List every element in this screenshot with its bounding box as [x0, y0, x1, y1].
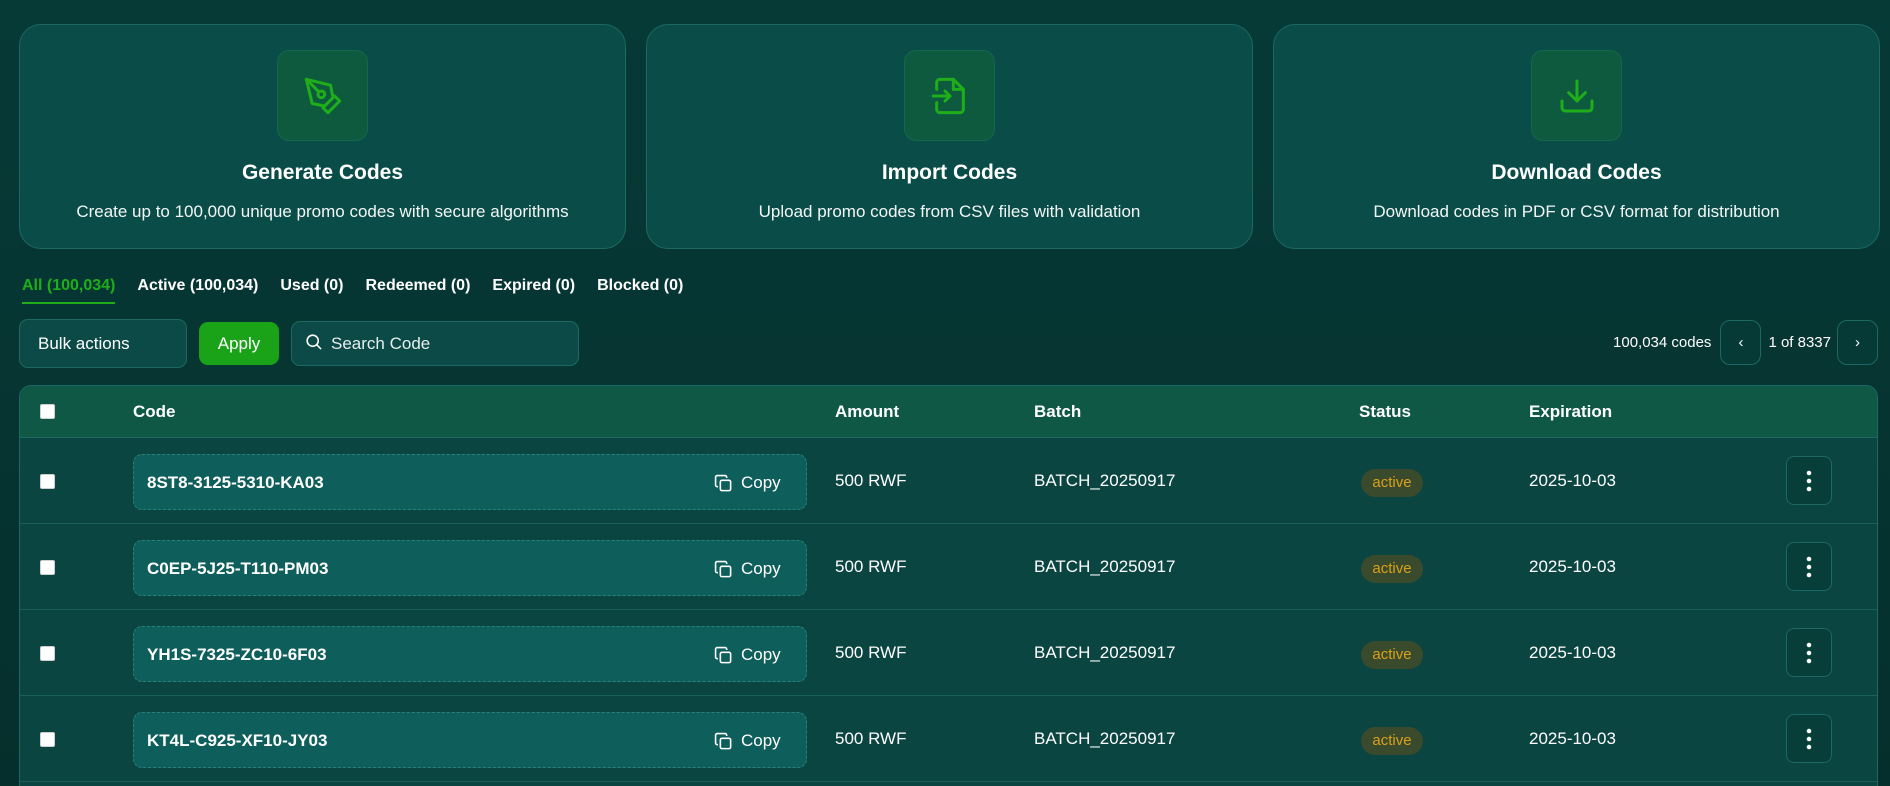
prev-page-button[interactable]: ‹	[1720, 320, 1762, 365]
more-vertical-icon	[1806, 728, 1812, 749]
code-box: KT4L-C925-XF10-JY03 Copy	[133, 712, 807, 768]
code-count: 100,034 codes	[1613, 334, 1712, 351]
card-title: Import Codes	[881, 161, 1018, 184]
batch-cell: BATCH_20250917	[1034, 643, 1176, 662]
row-actions-button[interactable]	[1786, 714, 1832, 763]
table-row: C0EP-5J25-T110-PM03 Copy 500 RWF BATCH_2…	[20, 524, 1877, 610]
more-vertical-icon	[1806, 642, 1812, 663]
promo-code: KT4L-C925-XF10-JY03	[147, 731, 328, 750]
tab-redeemed[interactable]: Redeemed (0)	[365, 277, 470, 304]
expiration-cell: 2025-10-03	[1529, 729, 1616, 748]
header-status: Status	[1359, 402, 1411, 421]
status-badge: active	[1361, 641, 1423, 669]
code-box: YH1S-7325-ZC10-6F03 Copy	[133, 626, 807, 682]
row-checkbox[interactable]	[40, 732, 55, 747]
amount-cell: 500 RWF	[835, 471, 907, 490]
download-codes-card[interactable]: Download Codes Download codes in PDF or …	[1273, 24, 1880, 249]
row-checkbox[interactable]	[40, 646, 55, 661]
status-badge: active	[1361, 555, 1423, 583]
toolbar: Bulk actions Apply 100,034 codes ‹ 1 of …	[19, 319, 1878, 368]
action-cards: Generate Codes Create up to 100,000 uniq…	[19, 24, 1880, 249]
row-checkbox[interactable]	[40, 474, 55, 489]
card-title: Download Codes	[1491, 161, 1662, 184]
expiration-cell: 2025-10-03	[1529, 471, 1616, 490]
tab-blocked[interactable]: Blocked (0)	[597, 277, 683, 304]
expiration-cell: 2025-10-03	[1529, 643, 1616, 662]
copy-label: Copy	[741, 473, 781, 492]
card-description: Upload promo codes from CSV files with v…	[758, 202, 1141, 221]
table-row: 8ST8-3125-5310-KA03 Copy 500 RWF BATCH_2…	[20, 438, 1877, 524]
copy-label: Copy	[741, 731, 781, 750]
table-row: KT4L-C925-XF10-JY03 Copy 500 RWF BATCH_2…	[20, 696, 1877, 782]
more-vertical-icon	[1806, 470, 1812, 491]
row-actions-button[interactable]	[1786, 628, 1832, 677]
codes-table: Code Amount Batch Status Expiration 8ST8…	[19, 385, 1878, 786]
page-indicator: 1 of 8337	[1768, 334, 1831, 351]
code-box: C0EP-5J25-T110-PM03 Copy	[133, 540, 807, 596]
tab-all[interactable]: All (100,034)	[22, 277, 116, 304]
row-actions-button[interactable]	[1786, 456, 1832, 505]
next-page-button[interactable]: ›	[1837, 320, 1878, 365]
copy-icon	[714, 732, 732, 749]
card-description: Create up to 100,000 unique promo codes …	[76, 202, 569, 221]
copy-label: Copy	[741, 559, 781, 578]
header-code: Code	[133, 402, 176, 421]
batch-cell: BATCH_20250917	[1034, 557, 1176, 576]
copy-button[interactable]: Copy	[714, 455, 781, 511]
copy-button[interactable]: Copy	[714, 713, 781, 769]
copy-label: Copy	[741, 645, 781, 664]
code-box: 8ST8-3125-5310-KA03 Copy	[133, 454, 807, 510]
generate-codes-card[interactable]: Generate Codes Create up to 100,000 uniq…	[19, 24, 626, 249]
bulk-actions-select[interactable]: Bulk actions	[19, 319, 187, 368]
promo-code: C0EP-5J25-T110-PM03	[147, 559, 329, 578]
amount-cell: 500 RWF	[835, 643, 907, 662]
amount-cell: 500 RWF	[835, 557, 907, 576]
status-badge: active	[1361, 727, 1423, 755]
card-title: Generate Codes	[241, 161, 404, 184]
copy-icon	[714, 474, 732, 491]
expiration-cell: 2025-10-03	[1529, 557, 1616, 576]
file-import-icon	[904, 50, 995, 141]
status-tabs: All (100,034) Active (100,034) Used (0) …	[22, 277, 683, 304]
copy-button[interactable]: Copy	[714, 541, 781, 597]
copy-icon	[714, 560, 732, 577]
search-box	[291, 321, 579, 366]
search-input[interactable]	[331, 333, 571, 354]
more-vertical-icon	[1806, 556, 1812, 577]
row-actions-button[interactable]	[1786, 542, 1832, 591]
table-header: Code Amount Batch Status Expiration	[20, 386, 1877, 438]
pen-tool-icon	[277, 50, 368, 141]
batch-cell: BATCH_20250917	[1034, 729, 1176, 748]
copy-icon	[714, 646, 732, 663]
batch-cell: BATCH_20250917	[1034, 471, 1176, 490]
row-checkbox[interactable]	[40, 560, 55, 575]
amount-cell: 500 RWF	[835, 729, 907, 748]
status-badge: active	[1361, 469, 1423, 497]
tab-expired[interactable]: Expired (0)	[492, 277, 575, 304]
card-description: Download codes in PDF or CSV format for …	[1373, 202, 1780, 221]
search-icon	[304, 332, 323, 356]
tab-active[interactable]: Active (100,034)	[137, 277, 258, 304]
promo-code: YH1S-7325-ZC10-6F03	[147, 645, 327, 664]
header-batch: Batch	[1034, 402, 1082, 421]
select-all-checkbox[interactable]	[40, 404, 55, 419]
tab-used[interactable]: Used (0)	[280, 277, 343, 304]
header-expiration: Expiration	[1529, 402, 1613, 421]
pagination: 100,034 codes ‹ 1 of 8337 ›	[1613, 320, 1878, 365]
promo-code: 8ST8-3125-5310-KA03	[147, 473, 324, 492]
copy-button[interactable]: Copy	[714, 627, 781, 683]
import-codes-card[interactable]: Import Codes Upload promo codes from CSV…	[646, 24, 1253, 249]
apply-button[interactable]: Apply	[199, 322, 279, 365]
header-amount: Amount	[835, 402, 900, 421]
download-icon	[1531, 50, 1622, 141]
table-row: YH1S-7325-ZC10-6F03 Copy 500 RWF BATCH_2…	[20, 610, 1877, 696]
